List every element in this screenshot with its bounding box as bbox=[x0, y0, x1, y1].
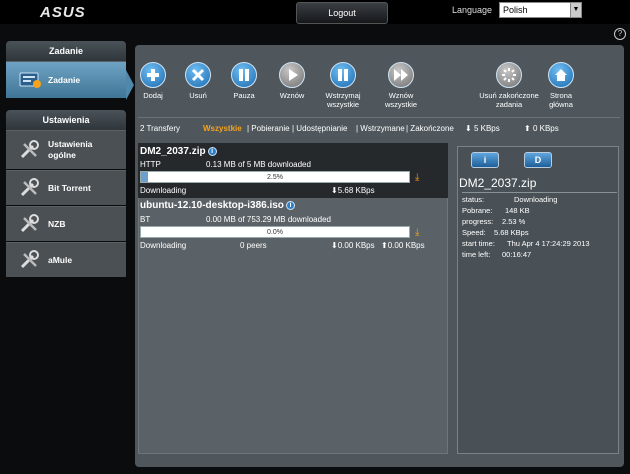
task-protocol: BT bbox=[140, 215, 151, 224]
pause-all-button[interactable]: Wstrzymaj wszystkie bbox=[322, 62, 364, 109]
info-icon[interactable]: i bbox=[207, 147, 217, 156]
task-download-speed: ⬇5.68 KBps bbox=[331, 186, 375, 195]
active-pointer bbox=[126, 70, 134, 100]
task-status: Downloading bbox=[140, 241, 187, 250]
toolbar-divider bbox=[138, 117, 620, 118]
sidebar-item-label: Zadanie bbox=[48, 74, 81, 85]
remove-finished-button[interactable]: Usuń zakończone zadania bbox=[478, 62, 540, 109]
pause-button[interactable]: Pauza bbox=[229, 62, 259, 100]
detail-divider bbox=[462, 192, 617, 193]
detail-speed: Speed: 5.68 KBps bbox=[462, 228, 529, 237]
arrow-up-icon: ⬆ bbox=[381, 241, 388, 250]
pause-all-icon bbox=[330, 62, 356, 88]
task-progress-bar: 2.5% bbox=[140, 171, 410, 183]
task-name: DM2_2037.zip i bbox=[140, 146, 217, 157]
language-value: Polish bbox=[503, 5, 528, 15]
detail-start-time: start time: Thu Apr 4 17:24:29 2013 bbox=[462, 239, 590, 248]
detail-time-left: time left: 00:16:47 bbox=[462, 250, 532, 259]
detail-tab-button[interactable]: D bbox=[524, 152, 552, 168]
resume-button[interactable]: Wznów bbox=[276, 62, 308, 100]
home-button[interactable]: Strona główna bbox=[544, 62, 578, 109]
logout-button[interactable]: Logout bbox=[296, 2, 388, 24]
tools-icon bbox=[18, 249, 42, 271]
help-icon[interactable]: ? bbox=[614, 28, 626, 40]
sidebar-section-ustawienia: Ustawienia bbox=[6, 110, 126, 130]
sidebar-item-bit-torrent[interactable]: Bit Torrent bbox=[6, 170, 126, 205]
asus-logo: ASUS bbox=[40, 4, 86, 21]
sidebar-item-nzb[interactable]: NZB bbox=[6, 206, 126, 241]
language-select[interactable]: Polish ▼ bbox=[499, 2, 582, 18]
sidebar-item-label: aMule bbox=[48, 254, 73, 265]
download-icon[interactable]: ⤓ bbox=[415, 228, 425, 238]
task-progress-bar: 0.0% bbox=[140, 226, 410, 238]
transfer-count: 2 Transfery bbox=[140, 124, 181, 133]
progress-label: 2.5% bbox=[267, 174, 283, 181]
spinner-icon bbox=[496, 62, 522, 88]
info-icon[interactable]: i bbox=[285, 201, 295, 210]
arrow-up-icon: ⬆ bbox=[524, 124, 531, 133]
task-icon bbox=[18, 69, 42, 91]
delete-button[interactable]: Usuń bbox=[183, 62, 213, 100]
filter-all[interactable]: Wszystkie bbox=[203, 124, 242, 133]
sidebar-item-zadanie[interactable]: Zadanie bbox=[6, 61, 126, 98]
resume-all-button[interactable]: Wznów wszystkie bbox=[380, 62, 422, 109]
total-download-speed: ⬇ 5 KBps bbox=[465, 124, 500, 133]
language-label: Language bbox=[452, 5, 493, 15]
chevron-down-icon[interactable]: ▼ bbox=[570, 3, 581, 17]
arrow-down-icon: ⬇ bbox=[331, 186, 338, 195]
progress-label: 0.0% bbox=[267, 229, 283, 236]
filter-seeding[interactable]: | Udostępnianie bbox=[292, 124, 347, 133]
sidebar-section-zadanie: Zadanie bbox=[6, 41, 126, 61]
task-size-detail: 0.13 MB of 5 MB downloaded bbox=[206, 160, 311, 169]
close-icon bbox=[185, 62, 211, 88]
task-row[interactable]: DM2_2037.zip i HTTP 0.13 MB of 5 MB downl… bbox=[138, 143, 448, 198]
pause-icon bbox=[231, 62, 257, 88]
arrow-down-icon: ⬇ bbox=[465, 124, 472, 133]
task-download-speed: ⬇0.00 KBps bbox=[331, 241, 375, 250]
home-icon bbox=[548, 62, 574, 88]
plus-icon bbox=[140, 62, 166, 88]
task-row[interactable]: ubuntu-12.10-desktop-i386.iso i BT 0.00 M… bbox=[138, 198, 448, 253]
sidebar-item-label: NZB bbox=[48, 218, 66, 229]
detail-progress: progress: 2.53 % bbox=[462, 217, 526, 226]
task-name: ubuntu-12.10-desktop-i386.iso i bbox=[140, 200, 295, 211]
sidebar-item-label: Bit Torrent bbox=[48, 182, 91, 193]
tools-icon bbox=[18, 139, 42, 161]
detail-status: status: Downloading bbox=[462, 195, 558, 204]
add-button[interactable]: Dodaj bbox=[138, 62, 168, 100]
filter-finished[interactable]: | Zakończone bbox=[406, 124, 454, 133]
task-upload-speed: ⬆0.00 KBps bbox=[381, 241, 425, 250]
filter-paused[interactable]: | Wstrzymane bbox=[356, 124, 405, 133]
detail-downloaded: Pobrane: 148 KB bbox=[462, 206, 530, 215]
sidebar-item-ustawienia-ogolne[interactable]: Ustawienia ogólne bbox=[6, 130, 126, 169]
sidebar-item-label: Ustawienia ogólne bbox=[48, 139, 93, 160]
task-peers: 0 peers bbox=[240, 241, 267, 250]
detail-title: DM2_2037.zip bbox=[459, 176, 537, 190]
task-status: Downloading bbox=[140, 186, 187, 195]
arrow-down-icon: ⬇ bbox=[331, 241, 338, 250]
task-size-detail: 0.00 MB of 753.29 MB downloaded bbox=[206, 215, 331, 224]
sidebar-item-amule[interactable]: aMule bbox=[6, 242, 126, 277]
info-tab-button[interactable]: i bbox=[471, 152, 499, 168]
total-upload-speed: ⬆ 0 KBps bbox=[524, 124, 559, 133]
tools-icon bbox=[18, 177, 42, 199]
download-icon[interactable]: ⤓ bbox=[415, 173, 425, 183]
play-icon bbox=[279, 62, 305, 88]
filter-downloading[interactable]: | Pobieranie bbox=[247, 124, 290, 133]
task-protocol: HTTP bbox=[140, 160, 161, 169]
fast-forward-icon bbox=[388, 62, 414, 88]
tools-icon bbox=[18, 213, 42, 235]
